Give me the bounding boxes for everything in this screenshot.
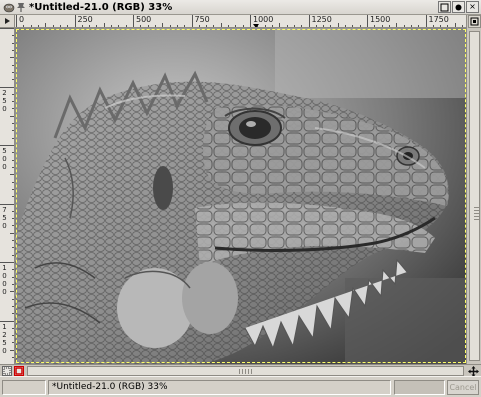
ruler-tick (0, 262, 14, 263)
vertical-ruler[interactable]: 250 500 750 1000 1250 (0, 28, 15, 364)
image-canvas[interactable] (15, 28, 466, 364)
iguana-photo (15, 28, 466, 364)
progress-bar (394, 380, 445, 395)
ruler-label: 1000 (2, 264, 7, 296)
ruler-label: 250 (2, 88, 7, 113)
grip-icon (474, 207, 479, 221)
quick-mask-off-button[interactable] (2, 366, 12, 376)
zoom-to-window-button[interactable] (468, 15, 481, 28)
pointer-coordinates (2, 380, 46, 395)
ruler-tick (425, 15, 427, 27)
horizontal-ruler[interactable]: 0 250 500 750 1000 1250 1500 1750 (15, 15, 466, 28)
ruler-label: 1250 (311, 15, 332, 24)
ruler-label: 1250 (2, 322, 7, 355)
ruler-label: 0 (19, 15, 25, 24)
horizontal-scrollbar[interactable] (0, 364, 481, 377)
move-cross-icon (468, 365, 479, 377)
vertical-scrollbar[interactable] (466, 15, 481, 364)
maximize-button[interactable] (452, 1, 465, 13)
ruler-label: 750 (194, 15, 210, 24)
ruler-label: 1000 (253, 15, 274, 24)
ruler-tick (16, 15, 17, 27)
ruler-tick (250, 15, 251, 27)
window-controls: × (438, 1, 479, 13)
quick-mask-icon (3, 367, 11, 375)
quick-mask-red-icon (15, 367, 23, 375)
ruler-label: 500 (2, 147, 7, 171)
ruler-tick (0, 320, 14, 322)
window-title: *Untitled-21.0 (RGB) 33% (29, 1, 173, 13)
image-menu-button[interactable] (0, 15, 15, 28)
triangle-right-icon (5, 18, 10, 24)
quick-mask-toggle-button[interactable] (14, 366, 24, 376)
title-bar[interactable]: *Untitled-21.0 (RGB) 33% × (0, 0, 481, 15)
ruler-tick (0, 203, 14, 205)
horizontal-scroll-thumb[interactable] (27, 366, 464, 376)
vertical-scroll-thumb[interactable] (469, 31, 480, 361)
ruler-label: 1500 (370, 15, 391, 24)
wilber-app-icon[interactable] (2, 1, 15, 13)
ruler-label: 750 (2, 205, 7, 230)
pin-icon[interactable] (15, 1, 26, 13)
ruler-label: 250 (77, 15, 93, 24)
ruler-label: 1750 (428, 15, 449, 24)
minimize-button[interactable] (438, 1, 451, 13)
ruler-tick (191, 15, 193, 27)
ruler-label: 500 (136, 15, 152, 24)
ruler-tick (74, 15, 76, 27)
close-button[interactable]: × (466, 1, 479, 13)
status-message: *Untitled-21.0 (RGB) 33% (48, 380, 391, 395)
ruler-tick (367, 15, 368, 27)
ruler-tick (0, 145, 14, 146)
ruler-tick (0, 86, 14, 88)
cancel-button[interactable]: Cancel (447, 380, 479, 395)
ruler-tick (133, 15, 134, 27)
ruler-tick (308, 15, 310, 27)
grip-icon (239, 369, 253, 374)
status-bar: *Untitled-21.0 (RGB) 33% Cancel (0, 376, 481, 397)
zoom-to-window-icon (470, 17, 479, 26)
ruler-tick (0, 28, 14, 29)
